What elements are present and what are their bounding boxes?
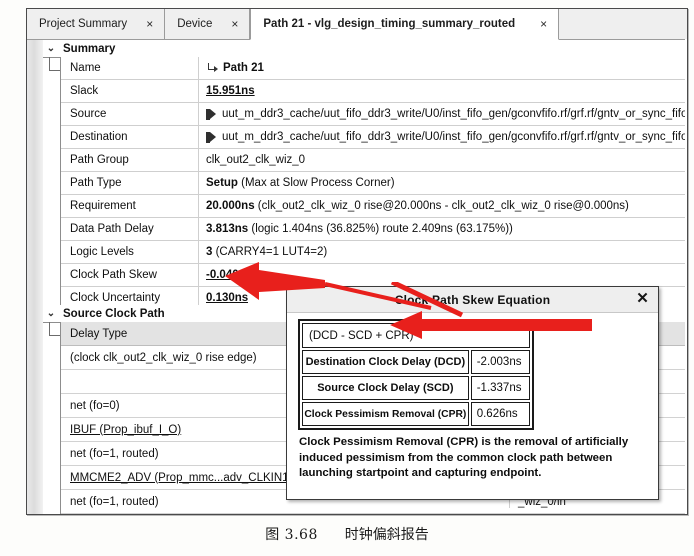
table-row[interactable]: Slack 15.951ns bbox=[61, 80, 687, 103]
row-value: -0.040ns bbox=[199, 269, 252, 281]
tab-label: Device bbox=[177, 18, 213, 30]
row-value-text: clk_out2_clk_wiz_0 bbox=[206, 154, 306, 166]
equation-formula: (DCD - SCD + CPR) bbox=[302, 323, 530, 348]
row-value-text: uut_m_ddr3_cache/uut_fifo_ddr3_write/U0/… bbox=[222, 131, 687, 143]
equation-term-dcd: Destination Clock Delay (DCD) -2.003ns bbox=[302, 350, 530, 374]
section-title: Summary bbox=[63, 42, 116, 55]
path-hook-icon bbox=[206, 62, 218, 74]
equation-term-cpr: Clock Pessimism Removal (CPR) 0.626ns bbox=[302, 402, 530, 426]
cell-delay-type: (clock clk_out2_clk_wiz_0 rise edge) bbox=[70, 351, 257, 364]
row-key: Data Path Delay bbox=[61, 218, 199, 240]
section-header-summary[interactable]: ⌄ Summary bbox=[43, 40, 687, 58]
term-value: -2.003ns bbox=[470, 350, 530, 374]
tab-label: Project Summary bbox=[39, 18, 128, 30]
cell-delay-type: IBUF (Prop_ibuf_I_O) bbox=[70, 423, 182, 436]
row-value: uut_m_ddr3_cache/uut_fifo_ddr3_write/U0/… bbox=[199, 108, 687, 120]
row-value-text: 20.000ns (clk_out2_clk_wiz_0 rise@20.000… bbox=[206, 200, 629, 212]
row-value: Setup (Max at Slow Process Corner) bbox=[199, 177, 395, 189]
tab-project-summary[interactable]: Project Summary × bbox=[27, 9, 166, 39]
row-value: clk_out2_clk_wiz_0 bbox=[199, 154, 305, 166]
row-value-emphasis: 3.813ns bbox=[206, 223, 249, 235]
equation-term-scd: Source Clock Delay (SCD) -1.337ns bbox=[302, 376, 530, 400]
close-icon[interactable]: × bbox=[226, 17, 243, 31]
tab-path-21[interactable]: Path 21 - vlg_design_timing_summary_rout… bbox=[250, 9, 560, 40]
row-value: 3 (CARRY4=1 LUT4=2) bbox=[199, 246, 327, 258]
row-value-emphasis: 20.000ns bbox=[206, 200, 255, 212]
row-value-text: Path 21 bbox=[223, 62, 264, 74]
table-row[interactable]: Logic Levels 3 (CARRY4=1 LUT4=2) bbox=[61, 241, 687, 264]
row-value-text[interactable]: 15.951ns bbox=[206, 85, 255, 97]
cell-delay-type: net (fo=1, routed) bbox=[70, 495, 159, 508]
term-label: Destination Clock Delay (DCD) bbox=[302, 350, 469, 374]
row-key: Path Type bbox=[61, 172, 199, 194]
row-value-text: 3.813ns (logic 1.404ns (36.825%) route 2… bbox=[206, 223, 513, 235]
term-label: Source Clock Delay (SCD) bbox=[302, 376, 469, 400]
clock-path-skew-equation-dialog[interactable]: Clock Path Skew Equation ✕ (DCD - SCD + … bbox=[286, 286, 659, 500]
row-value: 3.813ns (logic 1.404ns (36.825%) route 2… bbox=[199, 223, 513, 235]
cell-delay-type: MMCME2_ADV (Prop_mmc...adv_CLKIN1_C bbox=[70, 471, 288, 484]
row-value-text: uut_m_ddr3_cache/uut_fifo_ddr3_write/U0/… bbox=[222, 108, 687, 120]
summary-property-grid: Name Path 21 Slack 15.951ns Source uut_m… bbox=[60, 57, 687, 309]
row-value-emphasis: 3 bbox=[206, 246, 213, 258]
row-key: Destination bbox=[61, 126, 199, 148]
tab-bar: Project Summary × Device × Path 21 - vlg… bbox=[27, 9, 687, 40]
row-key: Clock Path Skew bbox=[61, 264, 199, 286]
row-key: Slack bbox=[61, 80, 199, 102]
cell-delay-type: net (fo=0) bbox=[70, 399, 120, 412]
term-value: -1.337ns bbox=[470, 376, 530, 400]
close-icon[interactable]: ✕ bbox=[636, 290, 649, 308]
figure-caption-text: 时钟偏斜报告 bbox=[344, 527, 429, 543]
cell-delay-type: net (fo=1, routed) bbox=[70, 447, 159, 460]
clock-uncertainty-value[interactable]: 0.130ns bbox=[206, 292, 248, 304]
window-right-edge bbox=[685, 39, 687, 514]
pin-icon bbox=[206, 131, 217, 143]
pin-icon bbox=[206, 108, 217, 120]
table-row[interactable]: Path Group clk_out2_clk_wiz_0 bbox=[61, 149, 687, 172]
row-value: 15.951ns bbox=[199, 85, 255, 97]
table-row[interactable]: Destination uut_m_ddr3_cache/uut_fifo_dd… bbox=[61, 126, 687, 149]
row-value-emphasis: Setup bbox=[206, 177, 238, 189]
close-icon[interactable]: × bbox=[535, 17, 552, 31]
table-row[interactable]: BUFG (Prop_bufg_I_O) (r) 0.096 -2.068 Si… bbox=[61, 514, 688, 515]
row-key: Source bbox=[61, 103, 199, 125]
table-row[interactable]: Data Path Delay 3.813ns (logic 1.404ns (… bbox=[61, 218, 687, 241]
row-value: uut_m_ddr3_cache/uut_fifo_ddr3_write/U0/… bbox=[199, 131, 687, 143]
column-header-delay-type[interactable]: Delay Type bbox=[61, 328, 288, 340]
dialog-title: Clock Path Skew Equation bbox=[394, 292, 551, 307]
row-key: Logic Levels bbox=[61, 241, 199, 263]
table-row[interactable]: Source uut_m_ddr3_cache/uut_fifo_ddr3_wr… bbox=[61, 103, 687, 126]
dialog-description: Clock Pessimism Removal (CPR) is the rem… bbox=[299, 436, 629, 479]
chevron-down-icon[interactable]: ⌄ bbox=[43, 308, 59, 319]
table-row[interactable]: Path Type Setup (Max at Slow Process Cor… bbox=[61, 172, 687, 195]
section-title: Source Clock Path bbox=[63, 307, 165, 320]
term-label: Clock Pessimism Removal (CPR) bbox=[302, 402, 469, 426]
tab-label: Path 21 - vlg_design_timing_summary_rout… bbox=[263, 18, 516, 30]
figure-caption: 图 3.68 时钟偏斜报告 bbox=[0, 524, 694, 544]
figure-number: 图 3.68 bbox=[265, 527, 318, 543]
row-key: Name bbox=[61, 57, 199, 79]
chevron-down-icon[interactable]: ⌄ bbox=[43, 43, 59, 54]
page-gutter-shadow bbox=[27, 9, 43, 514]
table-row-clock-path-skew[interactable]: Clock Path Skew -0.040ns bbox=[61, 264, 687, 287]
row-value: Path 21 bbox=[199, 62, 264, 74]
table-row[interactable]: Name Path 21 bbox=[61, 57, 687, 80]
row-value-text: 3 (CARRY4=1 LUT4=2) bbox=[206, 246, 328, 258]
close-icon[interactable]: × bbox=[141, 17, 158, 31]
row-key: Requirement bbox=[61, 195, 199, 217]
dialog-title-bar: Clock Path Skew Equation ✕ bbox=[287, 287, 658, 313]
clock-path-skew-value[interactable]: -0.040ns bbox=[206, 269, 252, 281]
vivado-timing-report-window: Project Summary × Device × Path 21 - vlg… bbox=[26, 8, 688, 515]
row-key: Path Group bbox=[61, 149, 199, 171]
row-value: 20.000ns (clk_out2_clk_wiz_0 rise@20.000… bbox=[199, 200, 629, 212]
tab-device[interactable]: Device × bbox=[165, 9, 251, 39]
row-value: 0.130ns bbox=[199, 292, 248, 304]
equation-box: (DCD - SCD + CPR) Destination Clock Dela… bbox=[298, 319, 534, 430]
table-row[interactable]: Requirement 20.000ns (clk_out2_clk_wiz_0… bbox=[61, 195, 687, 218]
row-value-text: Setup (Max at Slow Process Corner) bbox=[206, 177, 395, 189]
term-value: 0.626ns bbox=[470, 402, 530, 426]
